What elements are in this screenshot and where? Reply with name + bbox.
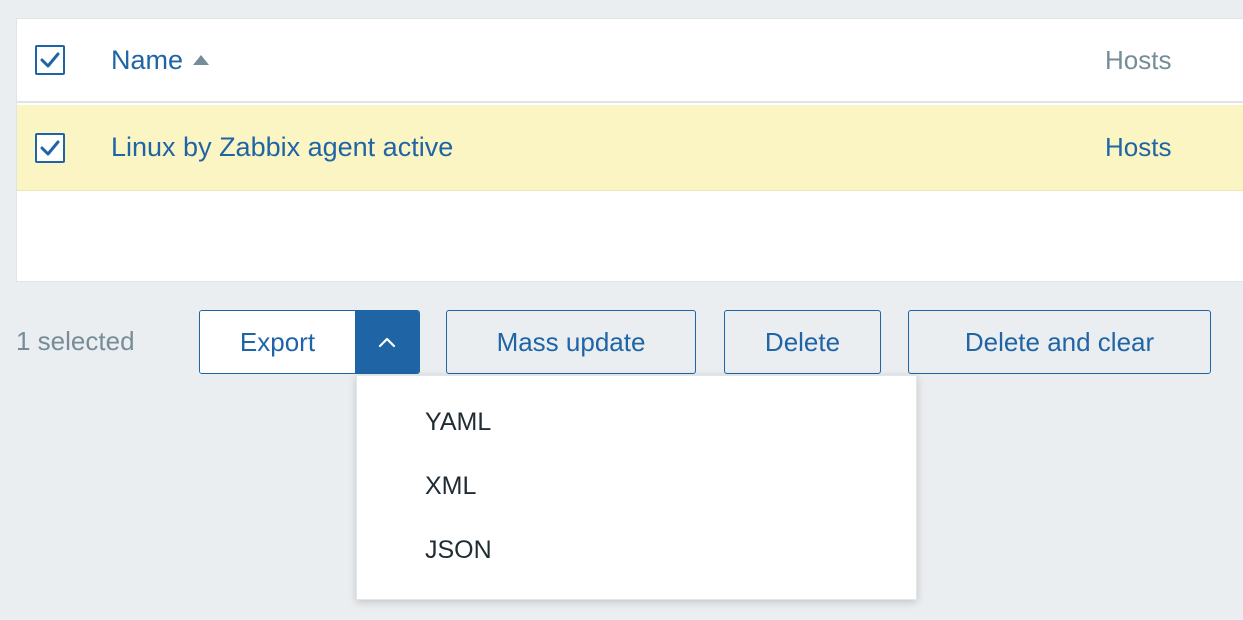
selected-count: 1 selected (16, 326, 135, 356)
chevron-up-icon (378, 337, 396, 348)
name-column-label: Name (111, 44, 184, 75)
name-column-header[interactable]: Name (111, 45, 210, 76)
sort-ascending-icon (192, 54, 210, 66)
export-button-group: Export (199, 310, 420, 374)
menu-item-xml[interactable]: XML (425, 472, 476, 501)
menu-item-yaml[interactable]: YAML (425, 408, 491, 437)
mass-update-button[interactable]: Mass update (446, 310, 696, 374)
export-button[interactable]: Export (200, 311, 355, 373)
template-name-link[interactable]: Linux by Zabbix agent active (111, 132, 453, 163)
table-header-row: Name Hosts (17, 19, 1243, 103)
select-all-checkbox[interactable] (35, 45, 65, 75)
delete-button[interactable]: Delete (724, 310, 881, 374)
hosts-link[interactable]: Hosts (1105, 132, 1171, 163)
export-format-menu: YAML XML JSON (356, 375, 917, 600)
export-dropdown-toggle[interactable] (355, 311, 419, 373)
delete-and-clear-button[interactable]: Delete and clear (908, 310, 1211, 374)
table-row: Linux by Zabbix agent active Hosts (17, 105, 1243, 191)
row-checkbox[interactable] (35, 132, 65, 163)
templates-page: Name Hosts Linux by Zabbix agent active … (0, 0, 1243, 620)
templates-table: Name Hosts Linux by Zabbix agent active … (16, 18, 1243, 282)
checkmark-icon (40, 140, 60, 155)
hosts-column-header: Hosts (1105, 44, 1172, 75)
checkmark-icon (40, 52, 60, 68)
menu-item-json[interactable]: JSON (425, 536, 492, 565)
